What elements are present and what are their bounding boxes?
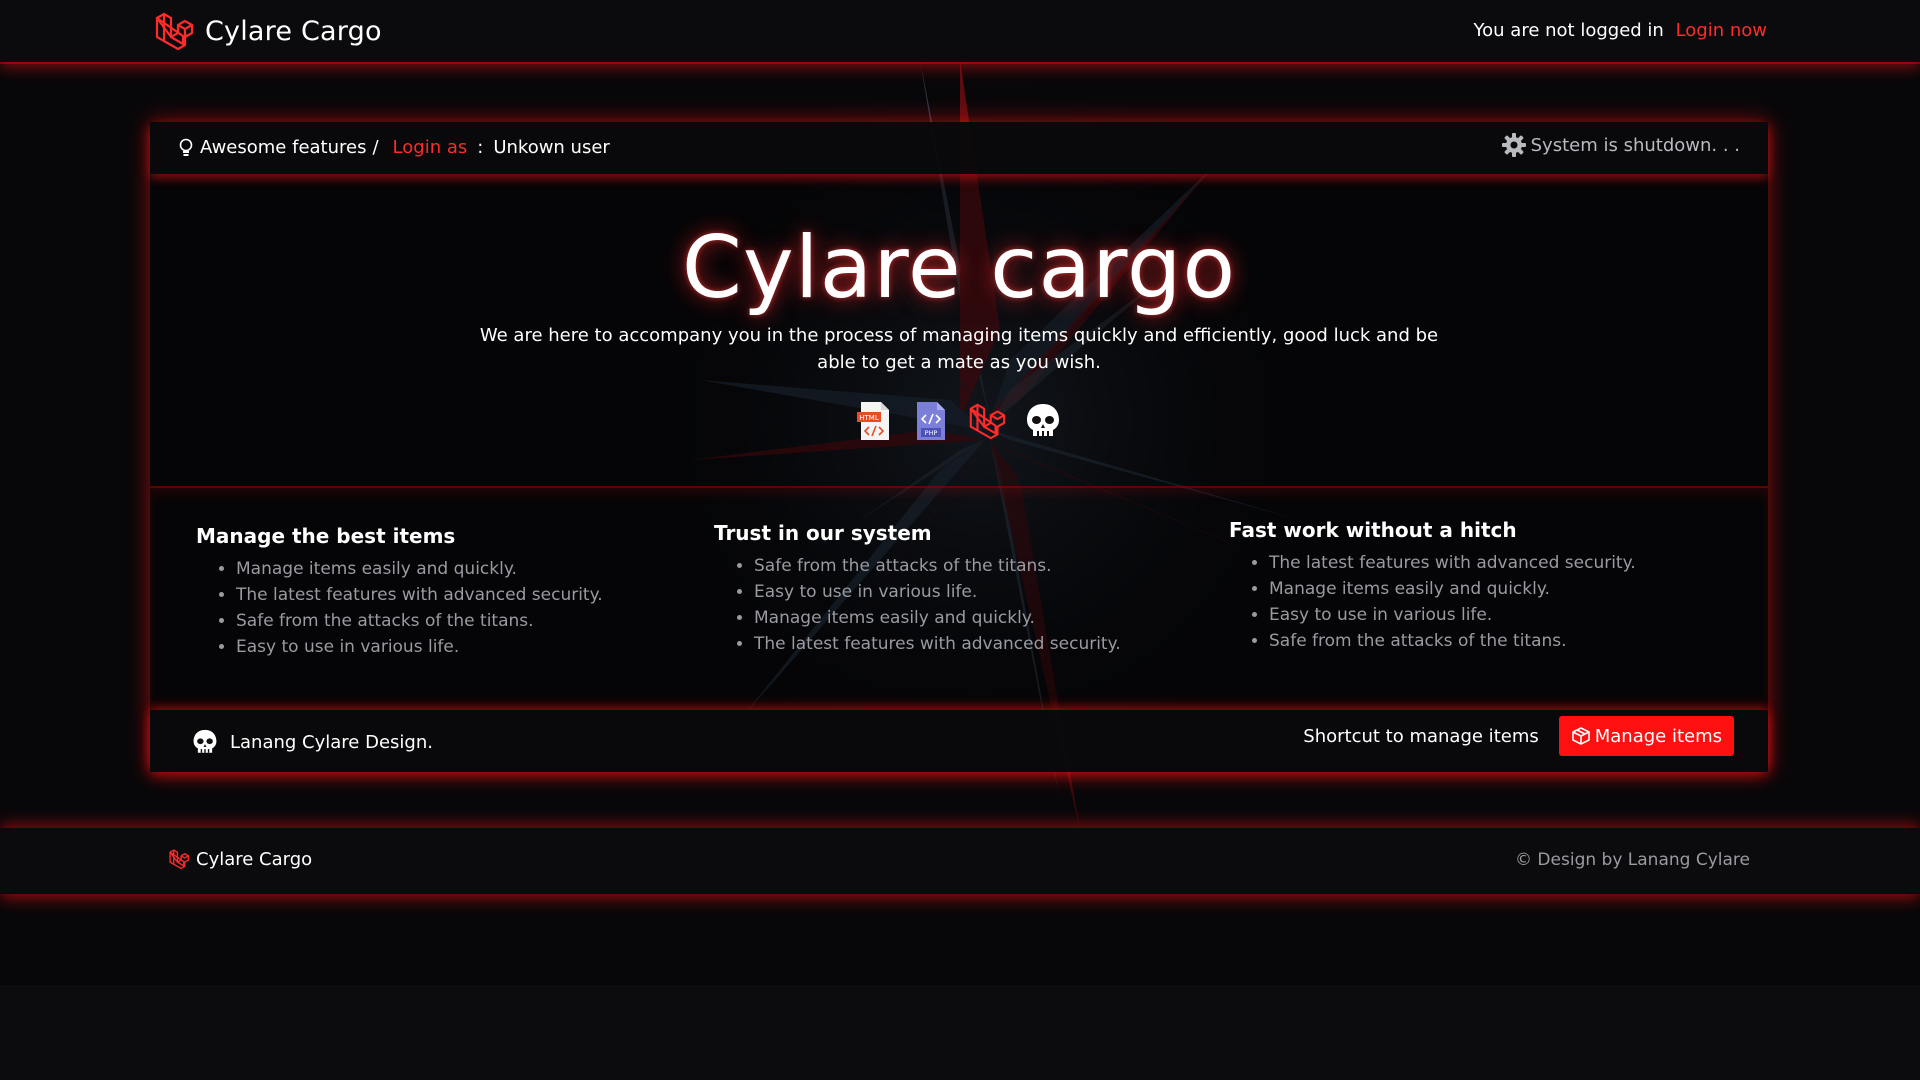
feature-list-item: Manage items easily and quickly. — [754, 605, 1174, 631]
brand-name: Cylare Cargo — [205, 15, 382, 47]
card-header: Awesome features / Login as : Unkown use… — [150, 122, 1768, 174]
html-badge-text: HTML — [859, 414, 879, 422]
auth-status: You are not logged in Login now — [1474, 20, 1767, 41]
shortcut-label: Shortcut to manage items — [1303, 725, 1539, 747]
system-status-text: System is shutdown. . . — [1530, 134, 1740, 156]
feature-list-item: Safe from the attacks of the titans. — [1269, 628, 1689, 654]
box-icon — [1571, 727, 1590, 745]
feature-list-item: Safe from the attacks of the titans. — [754, 553, 1174, 579]
tech-icons: HTML PHP — [150, 400, 1768, 442]
html-file-icon: HTML — [857, 402, 889, 440]
brand-link[interactable]: Cylare Cargo — [153, 10, 382, 52]
system-status: System is shutdown. . . — [1501, 132, 1740, 158]
top-navbar: Cylare Cargo You are not logged in Login… — [0, 0, 1920, 62]
card-footer: Lanang Cylare Design. Shortcut to manage… — [150, 710, 1768, 772]
footer-credit: © Design by Lanang Cylare — [1515, 850, 1750, 870]
feature-list: Safe from the attacks of the titans. Eas… — [714, 553, 1174, 657]
feature-list-item: Safe from the attacks of the titans. — [236, 608, 656, 634]
feature-column-1: Manage the best items Manage items easil… — [196, 524, 656, 660]
feature-title: Fast work without a hitch — [1229, 518, 1517, 542]
skull-icon — [1027, 404, 1059, 436]
footer-brand-name: Cylare Cargo — [196, 848, 313, 870]
hero-title: Cylare cargo — [681, 218, 1237, 318]
feature-title: Manage the best items — [196, 524, 456, 548]
laravel-logo-icon — [169, 849, 190, 870]
feature-list-item: Easy to use in various life. — [236, 634, 656, 660]
breadcrumb-features[interactable]: Awesome features — [200, 137, 366, 158]
feature-column-2: Trust in our system Safe from the attack… — [714, 521, 1174, 657]
laravel-icon — [969, 403, 1006, 440]
feature-column-3: Fast work without a hitch The latest fea… — [1229, 518, 1689, 654]
skull-icon — [193, 729, 217, 753]
login-now-link[interactable]: Login now — [1676, 20, 1767, 41]
feature-list-item: The latest features with advanced securi… — [1269, 550, 1689, 576]
lightbulb-icon — [179, 138, 193, 156]
laravel-logo-icon — [155, 12, 194, 51]
auth-text: You are not logged in — [1473, 20, 1664, 41]
manage-items-button[interactable]: Manage items — [1558, 716, 1734, 756]
breadcrumb-separator: / — [372, 137, 379, 158]
manage-items-label: Manage items — [1594, 725, 1722, 747]
breadcrumb: Awesome features / Login as : Unkown use… — [178, 137, 610, 158]
breadcrumb-user: Unkown user — [493, 137, 610, 158]
features-section: Manage the best items Manage items easil… — [150, 486, 1768, 712]
php-file-icon: PHP — [917, 402, 945, 440]
breadcrumb-colon: : — [477, 137, 484, 158]
php-badge-text: PHP — [925, 429, 938, 437]
feature-list-item: Manage items easily and quickly. — [1269, 576, 1689, 602]
site-footer: Cylare Cargo © Design by Lanang Cylare — [0, 828, 1920, 894]
designer-name: Lanang Cylare Design. — [230, 731, 433, 753]
feature-list-item: The latest features with advanced securi… — [236, 582, 656, 608]
feature-title: Trust in our system — [714, 521, 932, 545]
feature-list-item: The latest features with advanced securi… — [754, 631, 1174, 657]
manage-shortcut: Shortcut to manage items Manage items — [1303, 716, 1734, 756]
feature-list-item: Manage items easily and quickly. — [236, 556, 656, 582]
feature-list: The latest features with advanced securi… — [1229, 550, 1689, 654]
main-card: Awesome features / Login as : Unkown use… — [150, 122, 1768, 772]
breadcrumb-login-as[interactable]: Login as — [393, 137, 468, 158]
hero-section: Cylare cargo We are here to accompany yo… — [150, 174, 1768, 474]
background-bottom-band — [0, 985, 1920, 1080]
feature-list-item: Easy to use in various life. — [754, 579, 1174, 605]
feature-list-item: Easy to use in various life. — [1269, 602, 1689, 628]
gear-icon — [1501, 133, 1526, 157]
hero-subtitle: We are here to accompany you in the proc… — [479, 325, 1439, 373]
footer-brand-link[interactable]: Cylare Cargo — [168, 848, 312, 870]
designer-credit: Lanang Cylare Design. — [190, 727, 433, 757]
feature-list: Manage items easily and quickly. The lat… — [196, 556, 656, 660]
